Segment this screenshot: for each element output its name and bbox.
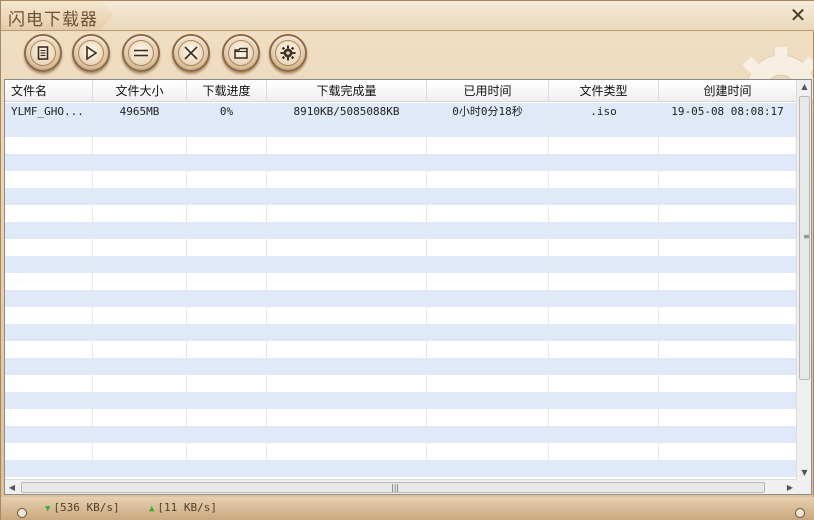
upload-speed-value: [11 KB/s] — [157, 501, 218, 514]
column-header-completed[interactable]: 下载完成量 — [267, 80, 427, 102]
new-task-button[interactable] — [24, 34, 62, 72]
status-left-dot-icon — [17, 508, 27, 518]
app-title: 闪电下载器 — [8, 10, 98, 30]
upload-arrow-icon: ▲ — [149, 504, 155, 514]
document-icon — [37, 46, 49, 60]
download-speed: ▼ [536 KB/s] — [45, 501, 120, 514]
column-header-filetype[interactable]: 文件类型 — [549, 80, 659, 102]
resize-grip-icon[interactable] — [795, 508, 805, 518]
empty-row — [5, 307, 797, 324]
column-header-elapsed[interactable]: 已用时间 — [427, 80, 549, 102]
app-window: 闪电下载器 ✕ 文件名 文件大小 下载进度 下载完成量 已用时间 文件类型 创建… — [0, 0, 814, 520]
empty-row — [5, 460, 797, 477]
status-bar: ▼ [536 KB/s] ▲ [11 KB/s] — [1, 497, 814, 520]
grip-icon: ≡ — [803, 232, 810, 241]
empty-row — [5, 222, 797, 239]
column-header-created[interactable]: 创建时间 — [659, 80, 797, 102]
empty-row — [5, 205, 797, 222]
pause-icon — [134, 49, 148, 57]
pause-button[interactable] — [122, 34, 160, 72]
close-icon — [184, 46, 198, 60]
empty-row — [5, 426, 797, 443]
empty-row — [5, 375, 797, 392]
empty-row — [5, 188, 797, 205]
cell-created: 19-05-08 08:08:17 — [659, 103, 797, 120]
download-arrow-icon: ▼ — [45, 504, 51, 514]
scroll-corner — [796, 479, 811, 494]
empty-row — [5, 290, 797, 307]
download-list[interactable]: 文件名 文件大小 下载进度 下载完成量 已用时间 文件类型 创建时间 YLMF_… — [4, 79, 812, 495]
vertical-scrollbar[interactable]: ▲ ≡ ▼ — [796, 80, 811, 480]
empty-row — [5, 392, 797, 409]
settings-button[interactable] — [269, 34, 307, 72]
column-header-filesize[interactable]: 文件大小 — [93, 80, 187, 102]
empty-row — [5, 443, 797, 460]
vertical-scroll-thumb[interactable]: ≡ — [799, 96, 810, 380]
close-button[interactable]: ✕ — [787, 3, 809, 27]
horizontal-scroll-thumb[interactable]: ||| — [21, 482, 765, 493]
close-icon: ✕ — [789, 3, 807, 27]
cell-elapsed: 0小时0分18秒 — [427, 103, 549, 120]
scroll-right-arrow-icon[interactable]: ▶ — [783, 480, 797, 495]
scroll-up-arrow-icon[interactable]: ▲ — [797, 80, 812, 94]
grip-icon: ||| — [391, 483, 400, 492]
empty-row — [5, 120, 797, 137]
cell-filesize: 4965MB — [93, 103, 187, 120]
start-button[interactable] — [72, 34, 110, 72]
download-speed-value: [536 KB/s] — [53, 501, 120, 514]
toolbar — [1, 31, 814, 77]
empty-row — [5, 154, 797, 171]
play-icon — [86, 45, 98, 61]
list-header: 文件名 文件大小 下载进度 下载完成量 已用时间 文件类型 创建时间 — [5, 80, 797, 102]
list-rows: YLMF_GHO... 4965MB 0% 8910KB/5085088KB 0… — [5, 103, 797, 480]
folder-icon — [234, 47, 248, 59]
empty-row — [5, 256, 797, 273]
upload-speed: ▲ [11 KB/s] — [149, 501, 217, 514]
empty-row — [5, 324, 797, 341]
empty-row — [5, 358, 797, 375]
title-bar[interactable]: 闪电下载器 ✕ — [1, 1, 814, 31]
empty-row — [5, 409, 797, 426]
column-header-progress[interactable]: 下载进度 — [187, 80, 267, 102]
empty-row — [5, 341, 797, 358]
cell-progress: 0% — [187, 103, 267, 120]
table-row[interactable]: YLMF_GHO... 4965MB 0% 8910KB/5085088KB 0… — [5, 103, 797, 120]
open-folder-button[interactable] — [222, 34, 260, 72]
empty-row — [5, 239, 797, 256]
cell-filetype: .iso — [549, 103, 659, 120]
scroll-down-arrow-icon[interactable]: ▼ — [797, 466, 812, 480]
delete-button[interactable] — [172, 34, 210, 72]
empty-row — [5, 273, 797, 290]
empty-row — [5, 171, 797, 188]
scroll-left-arrow-icon[interactable]: ◀ — [5, 480, 19, 495]
column-header-filename[interactable]: 文件名 — [5, 80, 93, 102]
gear-icon — [280, 45, 296, 61]
empty-row — [5, 137, 797, 154]
horizontal-scrollbar[interactable]: ◀ ||| ▶ — [5, 479, 797, 494]
cell-completed: 8910KB/5085088KB — [267, 103, 427, 120]
cell-filename: YLMF_GHO... — [5, 103, 93, 120]
